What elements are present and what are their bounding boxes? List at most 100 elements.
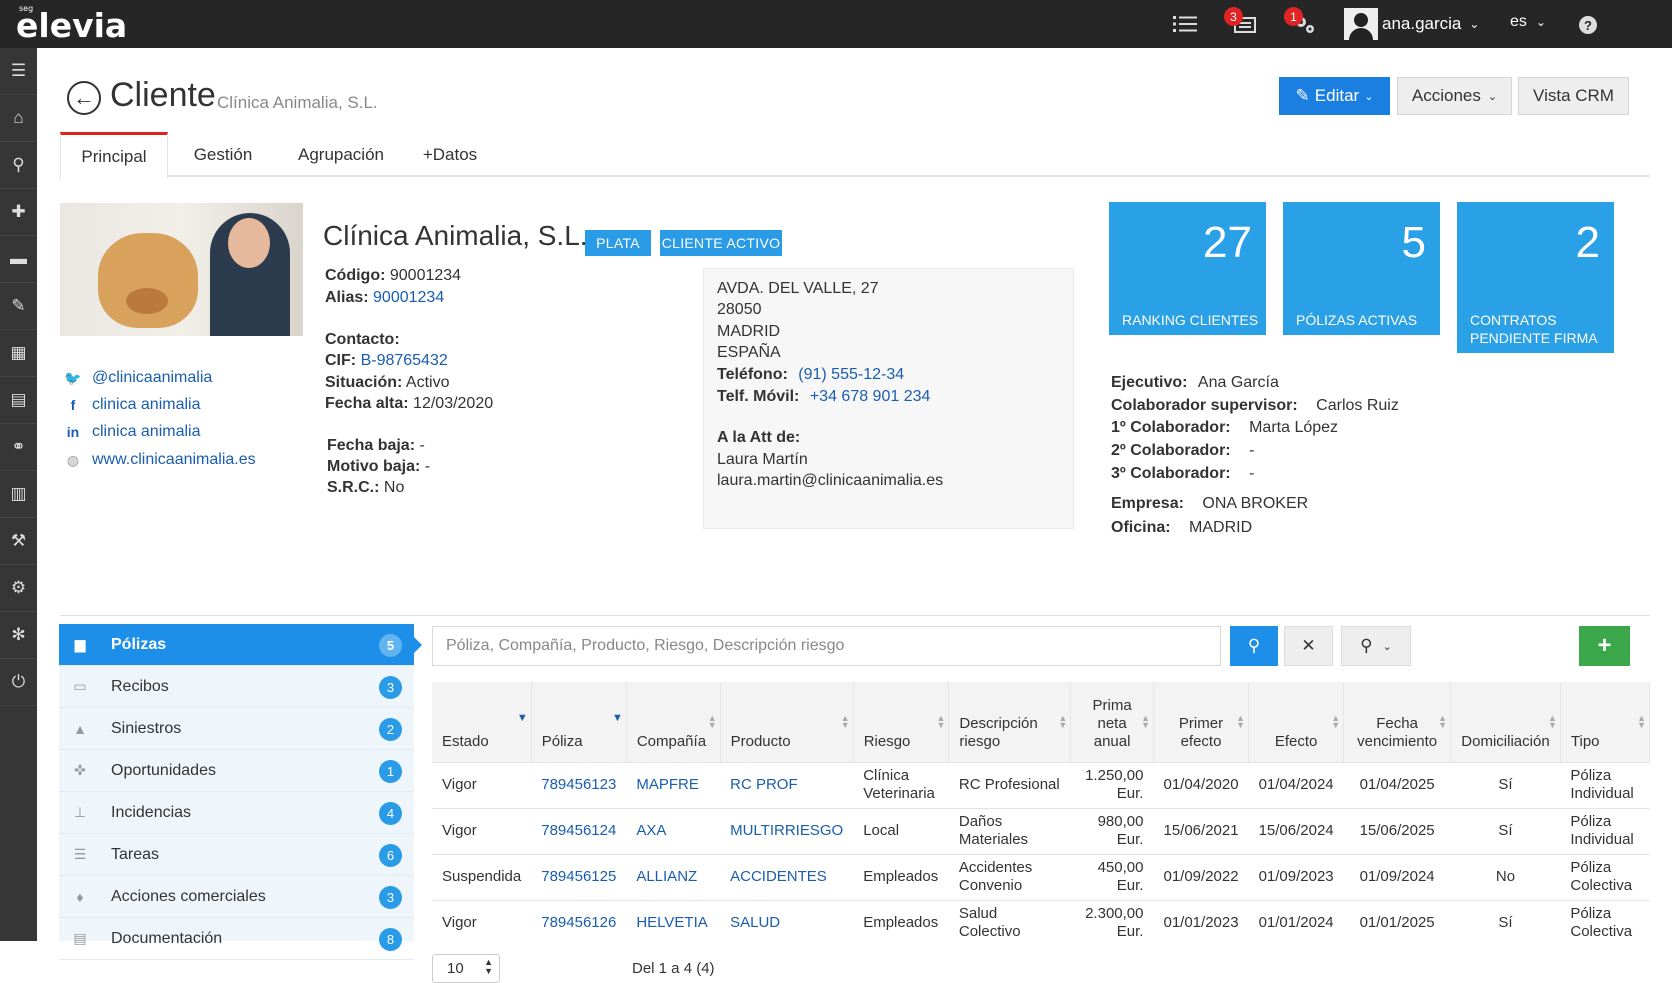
column-header[interactable]: Producto ▲ ▼ — [720, 682, 854, 762]
column-header[interactable]: Tipo ▲ ▼ — [1560, 682, 1651, 762]
help-icon[interactable]: ? — [1579, 16, 1597, 34]
sort-icon: ▲ ▼ — [1058, 713, 1068, 730]
stat-active-policies[interactable]: 5 PÓLIZAS ACTIVAS — [1283, 202, 1440, 335]
clear-search-button[interactable]: ✕ — [1284, 626, 1333, 666]
language-selector[interactable]: es ⌄ — [1510, 13, 1546, 31]
elevia-logo[interactable]: seg elevia — [16, 4, 127, 45]
link-icon[interactable]: ⚭ — [0, 424, 37, 471]
product-link[interactable]: MULTIRRIESGO — [720, 807, 854, 854]
search-icon[interactable]: ⚲ — [0, 142, 37, 189]
nav-item-oportunidades[interactable]: ✜ Oportunidades 1 — [59, 750, 414, 792]
add-policy-button[interactable]: + — [1579, 626, 1630, 666]
user-menu[interactable]: ana.garcia ⌄ — [1344, 8, 1479, 40]
column-header[interactable]: Descripción riesgo ▲ ▼ — [948, 682, 1072, 762]
nav-item-recibos[interactable]: ▭ Recibos 3 — [59, 666, 414, 708]
power-icon[interactable]: ⏻ — [0, 659, 37, 706]
product-link[interactable]: ACCIDENTES — [720, 853, 854, 900]
column-header[interactable]: Riesgo ▲ ▼ — [853, 682, 950, 762]
document-icon[interactable]: ▤ — [0, 377, 37, 424]
address-line: 28050 — [717, 301, 762, 318]
advanced-search-button[interactable]: ⚲ ⌄ — [1341, 626, 1411, 666]
grid-icon[interactable]: ▦ — [0, 330, 37, 377]
tab-gestion[interactable]: Gestión — [178, 132, 268, 177]
book-icon[interactable]: ▥ — [0, 471, 37, 518]
column-header[interactable]: Primer efecto ▲ ▼ — [1153, 682, 1250, 762]
search-button[interactable]: ⚲ — [1230, 626, 1278, 666]
company-link[interactable]: HELVETIA — [626, 899, 721, 946]
pencil-icon[interactable]: ✎ — [0, 283, 37, 330]
contact-label: Contacto: — [325, 331, 400, 348]
policy-link[interactable]: 789456123 — [531, 761, 627, 808]
nav-item-polizas[interactable]: ▆ Pólizas 5 — [59, 624, 422, 666]
table-row[interactable]: Vigor 789456124 AXA MULTIRRIESGO Local Daños … — [432, 807, 1650, 854]
column-header[interactable]: Prima neta anual ▲ ▼ — [1070, 682, 1154, 762]
briefcase-icon[interactable]: ▬ — [0, 236, 37, 283]
sort-icon: ▲ ▼ — [1331, 713, 1341, 730]
column-header[interactable]: Fecha vencimiento ▲ ▼ — [1343, 682, 1452, 762]
executive-row: Ejecutivo: Ana García — [1111, 374, 1279, 391]
policy-link[interactable]: 789456124 — [531, 807, 627, 854]
notification-badge: 3 — [1224, 7, 1243, 26]
cif-link[interactable]: B-98765432 — [361, 352, 448, 369]
list-icon[interactable] — [1170, 10, 1200, 38]
wrench-icon[interactable]: ⚒ — [0, 518, 37, 565]
zoom-icon: ⚲ — [1360, 636, 1373, 655]
column-header[interactable]: Estado ▼ — [432, 682, 532, 762]
file-icon: ▤ — [73, 930, 87, 946]
facebook-link[interactable]: f clinica animalia — [64, 396, 201, 414]
back-arrow-icon[interactable]: ← — [67, 81, 101, 115]
table-row[interactable]: Vigor 789456123 MAPFRE RC PROF Clínica Veter… — [432, 761, 1650, 808]
alias-link[interactable]: 90001234 — [373, 289, 444, 306]
linkedin-link[interactable]: in clinica animalia — [64, 423, 201, 441]
location-icon: ♦ — [76, 888, 84, 905]
website-link[interactable]: ◍ www.clinicaanimalia.es — [64, 451, 256, 469]
tab-bar: Principal Gestión Agrupación +Datos — [60, 132, 1650, 179]
settings-alerts-icon[interactable]: 1 — [1284, 7, 1320, 38]
top-bar: seg elevia 3 1 ana.garcia ⌄ es ⌄ ? — [0, 0, 1672, 48]
menu-icon[interactable]: ☰ — [0, 48, 37, 95]
company-link[interactable]: AXA — [626, 807, 721, 854]
column-header[interactable]: Domiciliación ▲ ▼ — [1450, 682, 1561, 762]
nav-item-tareas[interactable]: ☰ Tareas 6 — [59, 834, 414, 876]
actions-button[interactable]: Acciones ⌄ — [1397, 77, 1512, 115]
tab-mas-datos[interactable]: +Datos — [410, 132, 490, 177]
crm-view-button[interactable]: Vista CRM — [1518, 77, 1629, 115]
company-link[interactable]: ALLIANZ — [626, 853, 721, 900]
nav-item-documentacion[interactable]: ▤ Documentación 8 — [59, 918, 414, 960]
tab-agrupacion[interactable]: Agrupación — [275, 132, 407, 177]
pencil-icon: ✎ — [1295, 86, 1310, 105]
plus-icon[interactable]: ✚ — [0, 189, 37, 236]
stat-pending-contracts[interactable]: 2 CONTRATOS PENDIENTE FIRMA — [1457, 202, 1614, 353]
column-header[interactable]: Póliza ▼ — [531, 682, 627, 762]
att-name-link[interactable]: Laura Martín — [717, 451, 808, 469]
nav-item-acciones-comerciales[interactable]: ♦ Acciones comerciales 3 — [59, 876, 414, 918]
company-link[interactable]: MAPFRE — [626, 761, 721, 808]
column-header[interactable]: Efecto ▲ ▼ — [1248, 682, 1345, 762]
gear-icon[interactable]: ✻ — [0, 612, 37, 659]
column-header[interactable]: Compañía ▲ ▼ — [626, 682, 721, 762]
policy-link[interactable]: 789456125 — [531, 853, 627, 900]
table-row[interactable]: Suspendida 789456125 ALLIANZ ACCIDENTES Empl… — [432, 853, 1650, 900]
mobile-link[interactable]: +34 678 901 234 — [810, 388, 931, 405]
twitter-link[interactable]: 🐦 @clinicaanimalia — [64, 369, 212, 387]
product-link[interactable]: RC PROF — [720, 761, 854, 808]
phone-link[interactable]: (91) 555-12-34 — [798, 366, 904, 383]
table-row[interactable]: Vigor 789456126 HELVETIA SALUD Empleados Salu… — [432, 899, 1650, 946]
search-input[interactable]: Póliza, Compañía, Producto, Riesgo, Desc… — [432, 626, 1221, 666]
policy-link[interactable]: 789456126 — [531, 899, 627, 946]
code-row: Código: 90001234 — [325, 267, 462, 284]
stat-ranking[interactable]: 27 RANKING CLIENTES — [1109, 202, 1266, 335]
edit-button[interactable]: ✎ Editar ⌄ — [1279, 77, 1390, 115]
nav-item-siniestros[interactable]: ▲ Siniestros 2 — [59, 708, 414, 750]
gears-icon[interactable]: ⚙ — [0, 565, 37, 612]
start-date-row: Fecha alta: 12/03/2020 — [325, 395, 494, 412]
tab-principal[interactable]: Principal — [60, 132, 168, 179]
notifications-icon[interactable]: 3 — [1224, 7, 1260, 38]
nav-item-incidencias[interactable]: ⊥ Incidencias 4 — [59, 792, 414, 834]
home-icon[interactable]: ⌂ — [0, 95, 37, 142]
product-link[interactable]: SALUD — [720, 899, 854, 946]
collaborator1-row: 1º Colaborador: Marta López — [1111, 419, 1339, 436]
att-email-link[interactable]: laura.martin@clinicaanimalia.es — [717, 472, 943, 490]
page-size-select[interactable]: 10 ▲ ▼ — [432, 954, 500, 983]
twitter-icon: 🐦 — [64, 369, 82, 386]
